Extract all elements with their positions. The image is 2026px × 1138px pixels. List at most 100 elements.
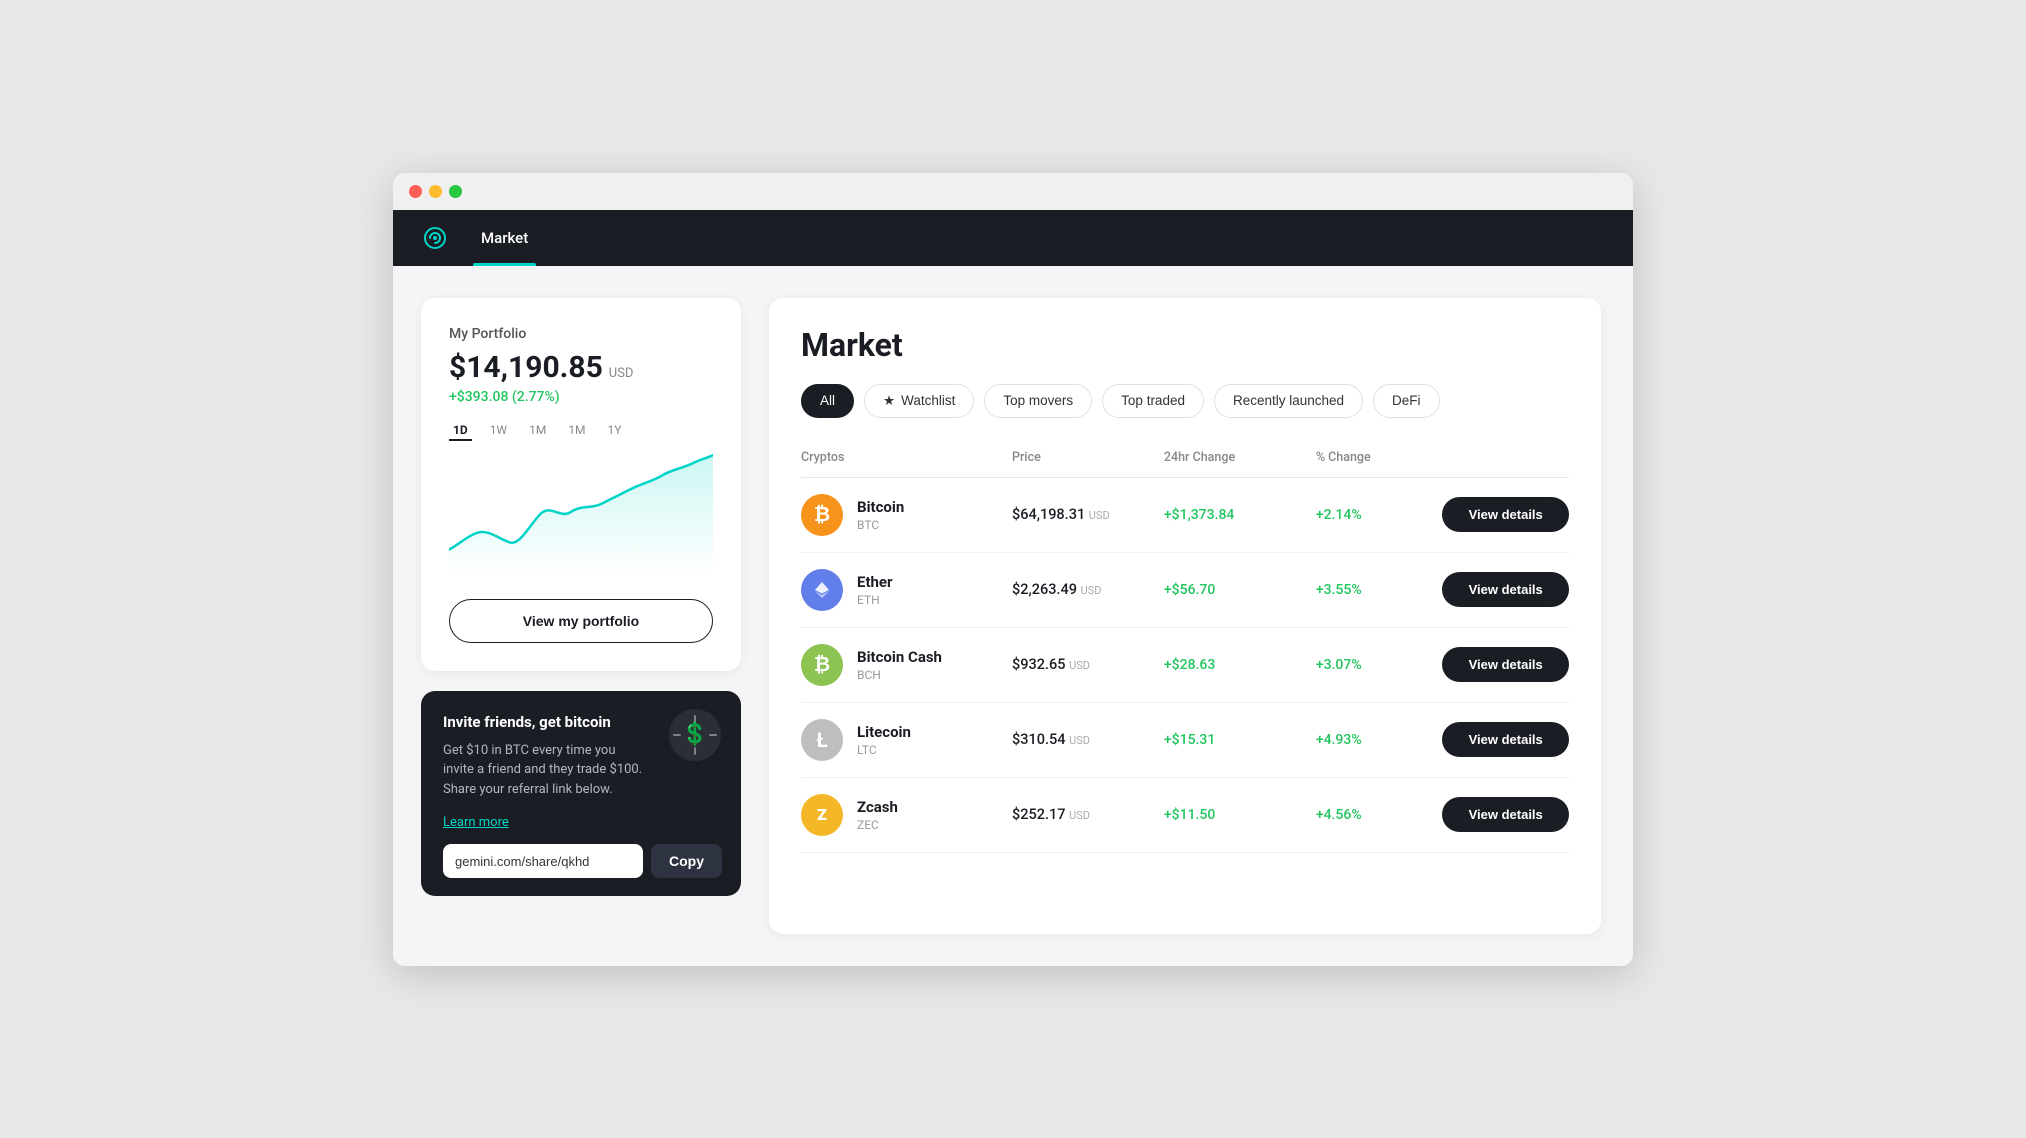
litecoin-symbol: LTC [857, 743, 911, 757]
watchlist-star-icon: ★ [883, 393, 895, 409]
ether-pct-change: +3.55% [1316, 582, 1443, 598]
filter-tabs: All ★ Watchlist Top movers Top traded Re… [801, 384, 1569, 418]
header-24hr-change: 24hr Change [1164, 450, 1316, 465]
bitcoin-cash-pct-change: +3.07% [1316, 657, 1443, 673]
header-pct-change: % Change [1316, 450, 1443, 465]
portfolio-title: My Portfolio [449, 326, 713, 342]
timeframe-1d[interactable]: 1D [449, 421, 472, 441]
referral-icon: 💲 [669, 709, 721, 761]
table-header: Cryptos Price 24hr Change % Change [801, 442, 1569, 478]
portfolio-change: +$393.08 (2.77%) [449, 389, 713, 405]
filter-tab-recently-launched-label: Recently launched [1233, 393, 1344, 408]
litecoin-price: $310.54 USD [1012, 731, 1164, 748]
table-row: ₿ Bitcoin BTC $64,198.31 USD +$1,373.84 … [801, 478, 1569, 553]
bitcoin-symbol: BTC [857, 518, 904, 532]
table-row: Ether ETH $2,263.49 USD +$56.70 +3.55% V… [801, 553, 1569, 628]
portfolio-chart [449, 449, 713, 579]
bitcoin-cash-price: $932.65 USD [1012, 656, 1164, 673]
litecoin-view-details-button[interactable]: View details [1442, 722, 1569, 757]
portfolio-card: My Portfolio $14,190.85 USD +$393.08 (2.… [421, 298, 741, 671]
browser-window: Market My Portfolio $14,190.85 USD +$393… [393, 173, 1633, 966]
litecoin-pct-change: +4.93% [1316, 732, 1443, 748]
zcash-price: $252.17 USD [1012, 806, 1164, 823]
ether-price: $2,263.49 USD [1012, 581, 1164, 598]
learn-more-link[interactable]: Learn more [443, 815, 509, 830]
ether-name-group: Ether ETH [857, 573, 893, 607]
market-title: Market [801, 326, 1569, 364]
ether-view-details-button[interactable]: View details [1442, 572, 1569, 607]
traffic-light-green[interactable] [449, 185, 462, 198]
table-row: ₿ Bitcoin Cash BCH $932.65 USD +$28.63 +… [801, 628, 1569, 703]
table-row: Z Zcash ZEC $252.17 USD +$11.50 +4.56% V… [801, 778, 1569, 853]
chart-timeframes: 1D 1W 1M 1M 1Y [449, 421, 713, 441]
bitcoin-24h-change: +$1,373.84 [1164, 507, 1316, 523]
timeframe-1w[interactable]: 1W [486, 421, 511, 441]
nav-item-market[interactable]: Market [473, 210, 536, 266]
ether-24h-change: +$56.70 [1164, 582, 1316, 598]
bitcoin-cash-symbol: BCH [857, 668, 942, 682]
filter-tab-top-traded-label: Top traded [1121, 393, 1185, 408]
app-logo[interactable] [421, 224, 449, 252]
bitcoin-cash-view-details-button[interactable]: View details [1442, 647, 1569, 682]
zcash-24h-change: +$11.50 [1164, 807, 1316, 823]
bitcoin-name-group: Bitcoin BTC [857, 498, 904, 532]
traffic-light-red[interactable] [409, 185, 422, 198]
header-price: Price [1012, 450, 1164, 465]
referral-card: 💲 Invite friends, get bitcoin Get $10 in… [421, 691, 741, 897]
zcash-pct-change: +4.56% [1316, 807, 1443, 823]
filter-tab-watchlist-label: Watchlist [901, 393, 955, 408]
referral-description: Get $10 in BTC every time you invite a f… [443, 741, 643, 800]
bitcoin-cash-name: Bitcoin Cash [857, 648, 942, 666]
referral-input-row: Copy [443, 844, 719, 878]
ether-icon [801, 569, 843, 611]
referral-link-input[interactable] [443, 844, 643, 878]
filter-tab-defi[interactable]: DeFi [1373, 384, 1440, 418]
timeframe-1m-second[interactable]: 1M [564, 421, 589, 441]
crypto-info-zec: Z Zcash ZEC [801, 794, 1012, 836]
main-content: My Portfolio $14,190.85 USD +$393.08 (2.… [393, 266, 1633, 966]
traffic-light-yellow[interactable] [429, 185, 442, 198]
litecoin-24h-change: +$15.31 [1164, 732, 1316, 748]
bitcoin-view-details-button[interactable]: View details [1442, 497, 1569, 532]
bitcoin-pct-change: +2.14% [1316, 507, 1443, 523]
view-portfolio-button[interactable]: View my portfolio [449, 599, 713, 643]
header-action [1442, 450, 1569, 465]
top-navigation: Market [393, 210, 1633, 266]
litecoin-name: Litecoin [857, 723, 911, 741]
crypto-info-bch: ₿ Bitcoin Cash BCH [801, 644, 1012, 686]
zcash-icon: Z [801, 794, 843, 836]
zcash-name-group: Zcash ZEC [857, 798, 898, 832]
crypto-info-ltc: Ł Litecoin LTC [801, 719, 1012, 761]
bitcoin-name: Bitcoin [857, 498, 904, 516]
crypto-info-btc: ₿ Bitcoin BTC [801, 494, 1012, 536]
filter-tab-top-traded[interactable]: Top traded [1102, 384, 1204, 418]
timeframe-1m-first[interactable]: 1M [525, 421, 550, 441]
crypto-info-eth: Ether ETH [801, 569, 1012, 611]
timeframe-1y[interactable]: 1Y [604, 421, 626, 441]
browser-chrome [393, 173, 1633, 210]
traffic-lights [409, 185, 462, 210]
bitcoin-cash-name-group: Bitcoin Cash BCH [857, 648, 942, 682]
bitcoin-cash-icon: ₿ [801, 644, 843, 686]
filter-tab-watchlist[interactable]: ★ Watchlist [864, 384, 974, 418]
litecoin-name-group: Litecoin LTC [857, 723, 911, 757]
filter-tab-top-movers[interactable]: Top movers [984, 384, 1092, 418]
left-panel: My Portfolio $14,190.85 USD +$393.08 (2.… [421, 298, 741, 934]
litecoin-icon: Ł [801, 719, 843, 761]
crypto-table: Cryptos Price 24hr Change % Change ₿ Bit… [801, 442, 1569, 853]
copy-button[interactable]: Copy [651, 844, 722, 878]
filter-tab-recently-launched[interactable]: Recently launched [1214, 384, 1363, 418]
portfolio-amount: $14,190.85 USD [449, 350, 713, 385]
filter-tab-top-movers-label: Top movers [1003, 393, 1073, 408]
ether-symbol: ETH [857, 593, 893, 607]
zcash-name: Zcash [857, 798, 898, 816]
bitcoin-cash-24h-change: +$28.63 [1164, 657, 1316, 673]
header-cryptos: Cryptos [801, 450, 1012, 465]
table-row: Ł Litecoin LTC $310.54 USD +$15.31 +4.93… [801, 703, 1569, 778]
ether-name: Ether [857, 573, 893, 591]
filter-tab-all[interactable]: All [801, 384, 854, 418]
bitcoin-icon: ₿ [801, 494, 843, 536]
zcash-symbol: ZEC [857, 818, 898, 832]
portfolio-currency: USD [609, 366, 634, 381]
zcash-view-details-button[interactable]: View details [1442, 797, 1569, 832]
